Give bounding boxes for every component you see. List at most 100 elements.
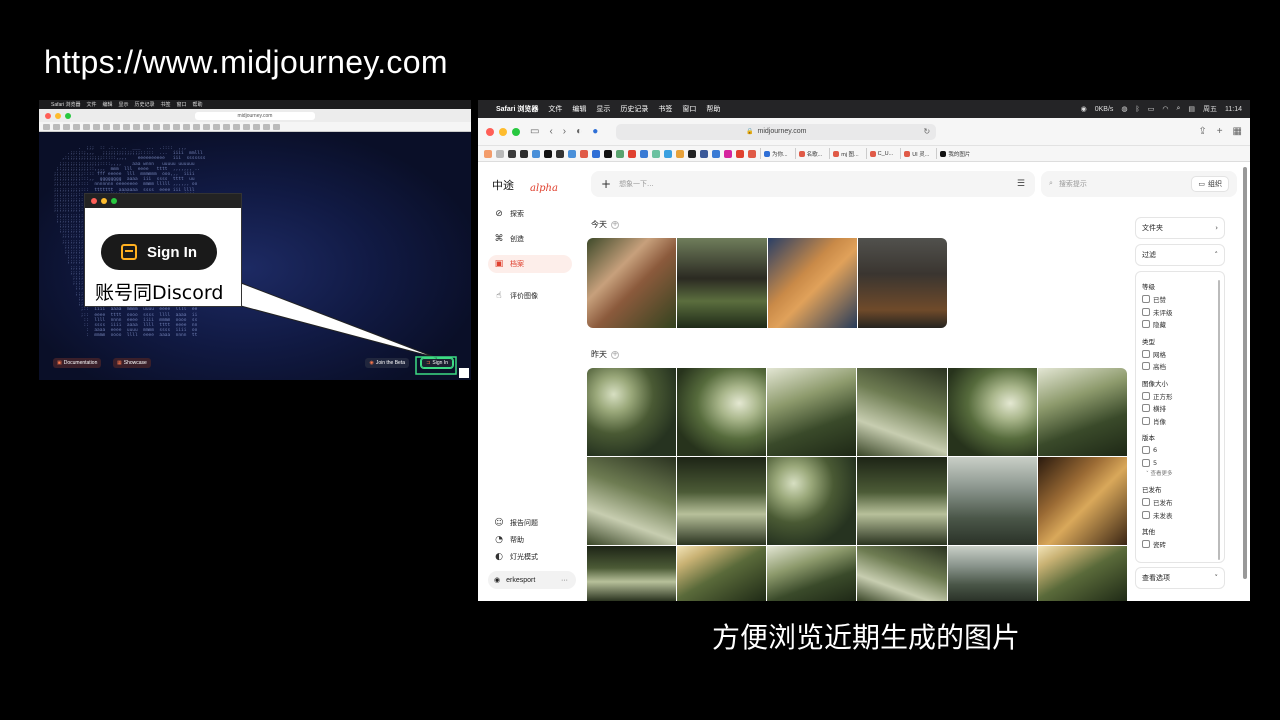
search-input[interactable]: ⌕ 搜索提示 ▭ 组织: [1041, 171, 1237, 197]
tab-overview-icon[interactable]: ▦: [1233, 126, 1242, 137]
filter-option[interactable]: 瓷砖: [1142, 538, 1218, 551]
favorite-icon[interactable]: [592, 149, 600, 158]
image-thumb[interactable]: [677, 368, 767, 456]
checkbox[interactable]: [1142, 458, 1150, 467]
menu-edit[interactable]: 编辑: [572, 104, 586, 114]
address-bar[interactable]: 🔒 midjourney.com ↻: [616, 123, 937, 140]
image-thumb[interactable]: [1037, 368, 1127, 456]
image-thumb[interactable]: [587, 368, 677, 456]
showcase-button[interactable]: ▦ Showcase: [113, 358, 151, 368]
menu-window[interactable]: 窗口: [682, 104, 696, 114]
tab[interactable]: mj 图...: [829, 148, 861, 159]
favorite-icon[interactable]: [676, 149, 684, 158]
checkbox[interactable]: [1142, 510, 1150, 519]
join-beta-button[interactable]: ◉ Join the Beta: [365, 358, 409, 368]
folders-dropdown[interactable]: 文件夹 ›: [1135, 217, 1225, 239]
sidebar-toggle-icon[interactable]: ▭: [530, 126, 539, 137]
favorite-icon[interactable]: [544, 149, 552, 158]
filter-option[interactable]: 未发表: [1142, 509, 1218, 522]
favorite-icon[interactable]: [604, 149, 612, 158]
see-more-link[interactable]: ˅ 查看更多: [1142, 469, 1218, 479]
more-icon[interactable]: ···: [561, 577, 568, 584]
checkbox[interactable]: [1142, 540, 1150, 549]
add-circle-icon[interactable]: +: [611, 220, 619, 229]
view-options-dropdown[interactable]: 查看选项 ˅: [1135, 567, 1225, 589]
menu-app[interactable]: Safari 浏览器: [496, 104, 538, 114]
share-icon[interactable]: ⇪: [1198, 126, 1206, 137]
nav-help[interactable]: ◔ 帮助: [488, 531, 572, 549]
privacy-shield-icon[interactable]: ◐: [576, 126, 582, 137]
image-thumb[interactable]: [767, 546, 857, 601]
forward-icon[interactable]: ›: [563, 126, 566, 137]
nav-rate-images[interactable]: ☝ 评价图像: [488, 287, 572, 305]
user-menu[interactable]: ◉ erkesport ···: [488, 571, 576, 589]
favorite-icon[interactable]: [640, 149, 648, 158]
nav-report-issue[interactable]: ☺ 报告问题: [488, 514, 572, 532]
page-scrollbar[interactable]: [1243, 167, 1247, 579]
menu-file[interactable]: 文件: [548, 104, 562, 114]
plus-icon[interactable]: +: [601, 177, 611, 191]
nav-create[interactable]: ⌘ 创造: [488, 230, 572, 248]
favorite-icon[interactable]: [736, 149, 744, 158]
imagine-input[interactable]: + 想象一下... ☰: [591, 171, 1035, 197]
favorite-icon[interactable]: [484, 149, 492, 158]
image-thumb[interactable]: [857, 368, 947, 456]
tab[interactable]: 我的图片: [936, 148, 973, 159]
filter-option[interactable]: 高档: [1142, 360, 1218, 373]
site-icon[interactable]: ●: [592, 126, 598, 137]
favorite-icon[interactable]: [508, 149, 516, 158]
menu-help[interactable]: 帮助: [706, 104, 720, 114]
image-thumb[interactable]: [677, 546, 767, 601]
image-thumb[interactable]: [587, 546, 677, 601]
favorite-icon[interactable]: [712, 149, 720, 158]
tab[interactable]: C_U...: [865, 148, 897, 159]
checkbox[interactable]: [1142, 404, 1150, 413]
checkbox[interactable]: [1142, 362, 1150, 371]
search-icon[interactable]: ⌕: [1176, 105, 1180, 113]
favorite-icon[interactable]: [556, 149, 564, 158]
checkbox[interactable]: [1142, 416, 1150, 425]
nav-explore[interactable]: ⊘ 探索: [488, 205, 572, 223]
checkbox[interactable]: [1142, 498, 1150, 507]
bluetooth-icon[interactable]: ᛒ: [1136, 106, 1140, 113]
add-circle-icon[interactable]: +: [611, 350, 619, 359]
nav-light-mode[interactable]: ◐ 灯光模式: [488, 548, 572, 566]
checkbox[interactable]: [1142, 307, 1150, 316]
favorite-icon[interactable]: [568, 149, 576, 158]
tab[interactable]: 为你...: [760, 148, 791, 159]
close-dot-icon[interactable]: [486, 127, 494, 136]
checkbox[interactable]: [1142, 446, 1150, 455]
filter-option[interactable]: 隐藏: [1142, 318, 1218, 331]
organize-button[interactable]: ▭ 组织: [1191, 176, 1229, 192]
tab[interactable]: 名歌...: [794, 148, 826, 159]
filter-option[interactable]: 已赞: [1142, 293, 1218, 306]
back-icon[interactable]: ‹: [549, 126, 552, 137]
image-thumb[interactable]: [1037, 546, 1127, 601]
nav-archive[interactable]: ▣ 档案: [488, 255, 572, 273]
favorite-icon[interactable]: [700, 149, 708, 158]
tab[interactable]: UI 灵...: [900, 148, 932, 159]
checkbox[interactable]: [1142, 391, 1150, 400]
image-thumb[interactable]: [587, 457, 677, 545]
filter-scrollbar[interactable]: [1218, 280, 1220, 560]
favorite-icon[interactable]: [532, 149, 540, 158]
favorite-icon[interactable]: [616, 149, 624, 158]
favorite-icon[interactable]: [664, 149, 672, 158]
favorite-icon[interactable]: [520, 149, 528, 158]
favorite-icon[interactable]: [688, 149, 696, 158]
sign-in-button[interactable]: Sign In: [101, 234, 217, 270]
record-icon[interactable]: ◉: [1081, 105, 1087, 113]
filter-option[interactable]: 肖像: [1142, 415, 1218, 428]
image-thumb[interactable]: [767, 238, 857, 328]
favorite-icon[interactable]: [748, 149, 756, 158]
battery-icon[interactable]: ▭: [1148, 105, 1155, 113]
image-thumb[interactable]: [677, 238, 767, 328]
menu-bookmarks[interactable]: 书签: [658, 104, 672, 114]
checkbox[interactable]: [1142, 349, 1150, 358]
image-thumb[interactable]: [857, 457, 947, 545]
filter-dropdown[interactable]: 过滤 ˄: [1135, 244, 1225, 266]
filter-option[interactable]: 5: [1142, 457, 1218, 470]
favorite-icon[interactable]: [628, 149, 636, 158]
filter-option[interactable]: 横排: [1142, 402, 1218, 415]
image-thumb[interactable]: [947, 368, 1037, 456]
